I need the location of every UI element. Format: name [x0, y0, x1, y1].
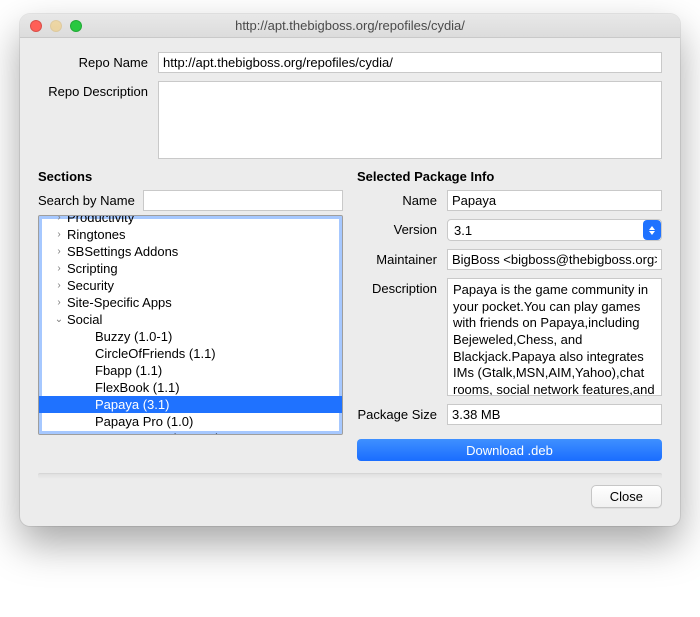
chevron-right-icon[interactable]: ›: [53, 297, 65, 308]
repo-description-label: Repo Description: [38, 81, 158, 99]
tree-section[interactable]: ›SBSettings Addons: [39, 243, 342, 260]
titlebar[interactable]: http://apt.thebigboss.org/repofiles/cydi…: [20, 14, 680, 38]
package-size-input[interactable]: [447, 404, 662, 425]
tree-section[interactable]: ›Scripting: [39, 260, 342, 277]
chevron-right-icon[interactable]: ›: [53, 246, 65, 257]
tree-item-label: Buzzy (1.0-1): [95, 329, 172, 344]
repo-name-input[interactable]: [158, 52, 662, 73]
tree-section[interactable]: ›Productivity: [39, 215, 342, 226]
tree-item[interactable]: Buzzy (1.0-1): [39, 328, 342, 345]
tree-item[interactable]: Papaya (3.1): [39, 396, 342, 413]
zoom-window-icon[interactable]: [70, 20, 82, 32]
tree-section[interactable]: ⌄Social: [39, 311, 342, 328]
package-version-label: Version: [357, 219, 447, 237]
chevron-right-icon[interactable]: ›: [53, 263, 65, 274]
dialog-window: http://apt.thebigboss.org/repofiles/cydi…: [20, 14, 680, 526]
chevron-right-icon[interactable]: ›: [53, 280, 65, 291]
package-maintainer-input[interactable]: [447, 249, 662, 270]
tree-item[interactable]: Post Factory (1.0.3.1): [39, 430, 342, 435]
tree-item[interactable]: Fbapp (1.1): [39, 362, 342, 379]
tree-item[interactable]: FlexBook (1.1): [39, 379, 342, 396]
window-title: http://apt.thebigboss.org/repofiles/cydi…: [20, 18, 680, 33]
tree-item-label: SBSettings Addons: [67, 244, 178, 259]
tree-item-label: Post Factory (1.0.3.1): [95, 431, 220, 435]
tree-item-label: FlexBook (1.1): [95, 380, 180, 395]
tree-section[interactable]: ›Ringtones: [39, 226, 342, 243]
close-window-icon[interactable]: [30, 20, 42, 32]
tree-item-label: Social: [67, 312, 102, 327]
package-name-label: Name: [357, 190, 447, 208]
repo-description-textarea[interactable]: [158, 81, 662, 159]
tree-item[interactable]: Papaya Pro (1.0): [39, 413, 342, 430]
tree-item-label: Ringtones: [67, 227, 126, 242]
tree-item-label: Productivity: [67, 215, 134, 225]
tree-item-label: Security: [67, 278, 114, 293]
dropdown-arrows-icon: [643, 220, 661, 240]
package-info-heading: Selected Package Info: [357, 169, 662, 184]
tree-item-label: Site-Specific Apps: [67, 295, 172, 310]
chevron-right-icon[interactable]: ›: [53, 229, 65, 240]
tree-item-label: Papaya (3.1): [95, 397, 169, 412]
chevron-right-icon[interactable]: ›: [53, 215, 65, 223]
close-button[interactable]: Close: [591, 485, 662, 508]
package-description-text[interactable]: Papaya is the game community in your poc…: [447, 278, 662, 396]
tree-section[interactable]: ›Security: [39, 277, 342, 294]
download-deb-button[interactable]: Download .deb: [357, 439, 662, 461]
sections-tree[interactable]: ›Productivity›Ringtones›SBSettings Addon…: [38, 215, 343, 435]
repo-name-label: Repo Name: [38, 52, 158, 70]
package-version-select[interactable]: 3.1: [447, 219, 662, 241]
tree-item[interactable]: CircleOfFriends (1.1): [39, 345, 342, 362]
chevron-down-icon[interactable]: ⌄: [53, 314, 65, 325]
sections-heading: Sections: [38, 169, 343, 184]
search-input[interactable]: [143, 190, 343, 211]
tree-item-label: Papaya Pro (1.0): [95, 414, 193, 429]
package-version-value: 3.1: [454, 223, 472, 238]
package-maintainer-label: Maintainer: [357, 249, 447, 267]
tree-item-label: Scripting: [67, 261, 118, 276]
tree-item-label: CircleOfFriends (1.1): [95, 346, 216, 361]
tree-section[interactable]: ›Site-Specific Apps: [39, 294, 342, 311]
package-description-label: Description: [357, 278, 447, 296]
package-size-label: Package Size: [357, 404, 447, 422]
tree-item-label: Fbapp (1.1): [95, 363, 162, 378]
divider: [38, 473, 662, 479]
minimize-window-icon: [50, 20, 62, 32]
search-by-name-label: Search by Name: [38, 193, 135, 208]
package-name-input[interactable]: [447, 190, 662, 211]
